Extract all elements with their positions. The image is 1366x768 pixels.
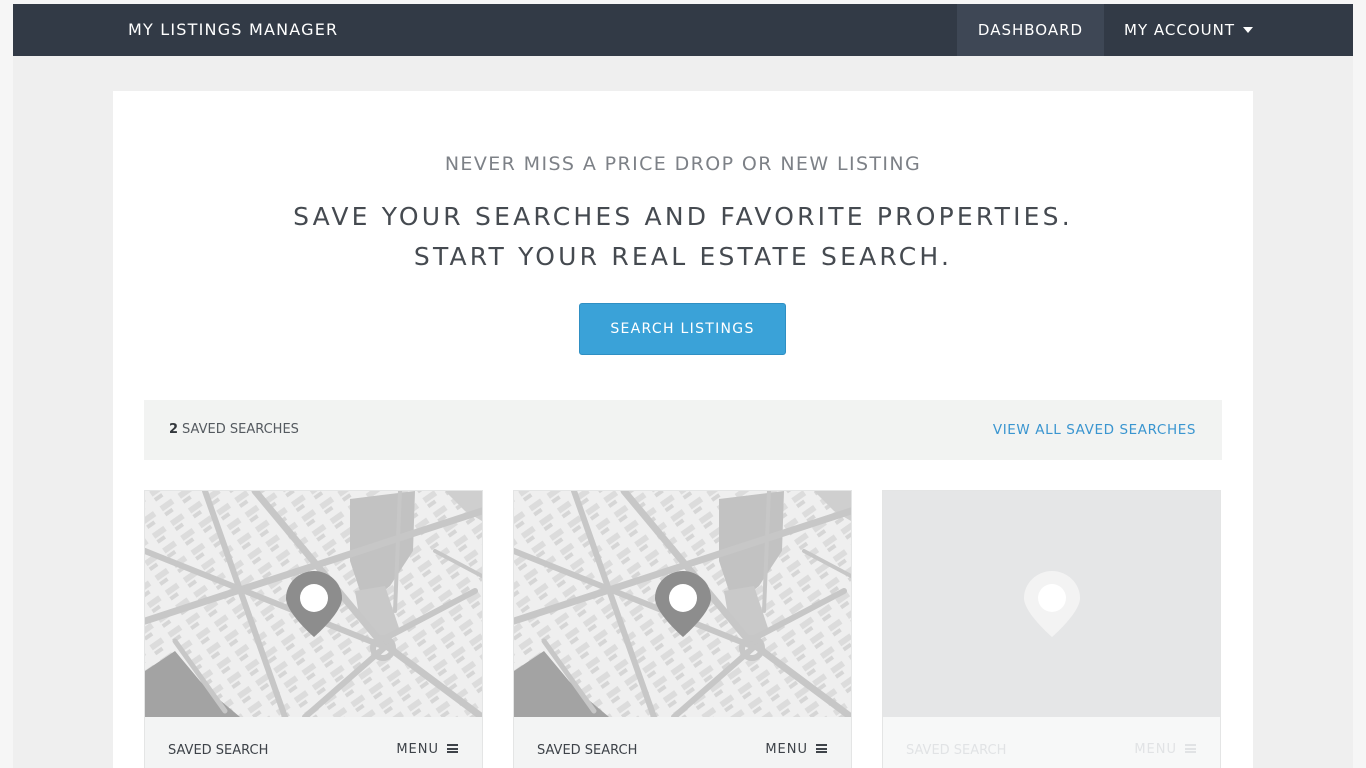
nav-my-account-label: MY ACCOUNT [1124, 21, 1235, 39]
view-all-saved-searches-link[interactable]: VIEW ALL SAVED SEARCHES [993, 400, 1196, 460]
saved-search-footer: SAVED SEARCH MENU [145, 717, 482, 768]
saved-search-map[interactable] [514, 491, 851, 717]
saved-search-placeholder-card: SAVED SEARCH MENU [882, 490, 1221, 768]
saved-search-placeholder-map [883, 491, 1220, 717]
dashboard-card: NEVER MISS A PRICE DROP OR NEW LISTING S… [113, 91, 1253, 768]
saved-search-map[interactable] [145, 491, 482, 717]
hamburger-menu-icon [816, 744, 827, 753]
hero-headline: SAVE YOUR SEARCHES AND FAVORITE PROPERTI… [113, 197, 1253, 277]
saved-search-menu-button: MENU [1134, 742, 1196, 757]
saved-search-menu-button[interactable]: MENU [396, 742, 458, 757]
hamburger-menu-icon [1185, 744, 1196, 753]
saved-search-title: SAVED SEARCH [906, 743, 1007, 758]
hero-headline-line-2: START YOUR REAL ESTATE SEARCH. [413, 242, 953, 271]
saved-search-card: SAVED SEARCH MENU [144, 490, 483, 768]
saved-search-menu-button[interactable]: MENU [765, 742, 827, 757]
caret-down-icon [1243, 26, 1253, 33]
nav-my-account[interactable]: MY ACCOUNT [1111, 4, 1261, 56]
hero-headline-line-1: SAVE YOUR SEARCHES AND FAVORITE PROPERTI… [293, 202, 1073, 231]
map-thumbnail [145, 491, 482, 717]
top-navbar: MY LISTINGS MANAGER DASHBOARD MY ACCOUNT [13, 4, 1353, 56]
placeholder-thumbnail [883, 491, 1220, 717]
saved-search-footer: SAVED SEARCH MENU [883, 717, 1220, 768]
map-thumbnail [514, 491, 851, 717]
menu-label: MENU [396, 742, 439, 757]
saved-search-footer: SAVED SEARCH MENU [514, 717, 851, 768]
app-frame: MY LISTINGS MANAGER DASHBOARD MY ACCOUNT… [13, 4, 1353, 768]
menu-label: MENU [1134, 742, 1177, 757]
saved-count-label: SAVED SEARCHES [182, 422, 299, 437]
nav-dashboard[interactable]: DASHBOARD [957, 4, 1104, 56]
menu-label: MENU [765, 742, 808, 757]
saved-search-card: SAVED SEARCH MENU [513, 490, 852, 768]
brand-title[interactable]: MY LISTINGS MANAGER [128, 4, 338, 56]
saved-searches-bar: 2 SAVED SEARCHES VIEW ALL SAVED SEARCHES [144, 400, 1222, 460]
saved-search-title[interactable]: SAVED SEARCH [537, 743, 637, 758]
hamburger-menu-icon [447, 744, 458, 753]
saved-search-title[interactable]: SAVED SEARCH [168, 743, 268, 758]
hero-tagline: NEVER MISS A PRICE DROP OR NEW LISTING [444, 153, 922, 175]
saved-count-number: 2 [169, 422, 179, 437]
search-listings-button[interactable]: SEARCH LISTINGS [579, 303, 786, 355]
saved-searches-count: 2 SAVED SEARCHES [169, 400, 299, 460]
